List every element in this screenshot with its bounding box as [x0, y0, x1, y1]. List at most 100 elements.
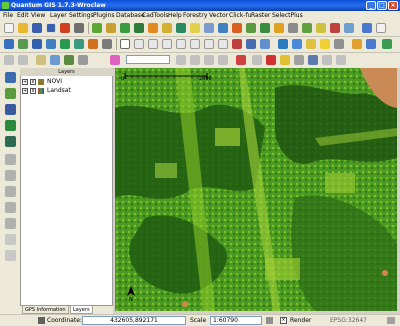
edit-icon[interactable] — [106, 23, 116, 33]
layer-name-novi[interactable]: NOVI — [47, 78, 62, 86]
reshape-icon[interactable] — [316, 23, 326, 33]
simplify-icon[interactable] — [260, 23, 270, 33]
tool-f-icon[interactable] — [5, 234, 16, 245]
menu-raster[interactable]: Raster — [251, 12, 270, 20]
node-tool-icon[interactable] — [162, 23, 172, 33]
menu-layer[interactable]: Layer — [50, 12, 67, 20]
add-spatialite-icon[interactable] — [46, 39, 56, 49]
add-part-icon[interactable] — [288, 23, 298, 33]
tool-a-icon[interactable] — [5, 154, 16, 165]
cad-tool-1-icon[interactable] — [176, 55, 186, 65]
move-feature-icon[interactable] — [148, 23, 158, 33]
map-canvas[interactable]: 0 2000 N — [115, 68, 397, 311]
add-wfs-icon[interactable] — [74, 39, 84, 49]
paste-features-icon[interactable] — [218, 23, 228, 33]
whats-this-icon[interactable] — [376, 23, 386, 33]
add-postgis-icon[interactable] — [32, 39, 42, 49]
menu-forestry[interactable]: Forestry — [183, 12, 207, 20]
print-composer-icon[interactable] — [60, 23, 70, 33]
add-raster-icon[interactable] — [18, 39, 28, 49]
menu-file[interactable]: File — [3, 12, 13, 20]
layer-name-landsat[interactable]: Landsat — [47, 87, 71, 95]
layer-expand-landsat[interactable]: + — [22, 88, 28, 94]
osm-icon[interactable] — [280, 55, 290, 65]
add-vector-icon[interactable] — [4, 39, 14, 49]
tab-layers[interactable]: Layers — [70, 306, 93, 314]
pan-icon[interactable] — [120, 39, 130, 49]
raster-info-icon[interactable] — [336, 55, 346, 65]
tool-e-icon[interactable] — [5, 218, 16, 229]
scale-bar-tool-icon[interactable] — [252, 55, 262, 65]
add-polygon-icon[interactable] — [134, 23, 144, 33]
maximize-button[interactable]: □ — [377, 1, 387, 10]
new-shapefile-icon[interactable] — [88, 39, 98, 49]
layer-add-icon[interactable] — [5, 72, 16, 83]
bookmark-icon[interactable] — [320, 39, 330, 49]
menu-edit[interactable]: Edit — [17, 12, 29, 20]
delete-selected-icon[interactable] — [176, 23, 186, 33]
menu-database[interactable]: Database — [116, 12, 145, 20]
cut-features-icon[interactable] — [190, 23, 200, 33]
measure-area-icon[interactable] — [292, 39, 302, 49]
cad-tool-2-icon[interactable] — [190, 55, 200, 65]
zoom-last-icon[interactable] — [204, 39, 214, 49]
message-icon[interactable] — [387, 317, 395, 324]
menu-selectplus[interactable]: SelectPlus — [272, 12, 303, 20]
tool-g-icon[interactable] — [5, 250, 16, 261]
epsg-label[interactable]: EPSG:32647 — [330, 315, 367, 326]
help-context-icon[interactable] — [362, 23, 372, 33]
zoom-to-selection-icon[interactable] — [176, 39, 186, 49]
save-as-icon[interactable] — [46, 23, 56, 33]
redo-icon[interactable] — [246, 23, 256, 33]
identify-icon[interactable] — [246, 39, 256, 49]
delete-ring-icon[interactable] — [302, 23, 312, 33]
minimize-button[interactable]: _ — [366, 1, 376, 10]
zoom-full-icon[interactable] — [162, 39, 172, 49]
menu-cadtools[interactable]: CadTools — [142, 12, 168, 20]
coordinate-field[interactable]: 432605,892171 — [82, 316, 186, 325]
digitize-icon[interactable] — [92, 23, 102, 33]
form-annotation-icon[interactable] — [366, 39, 376, 49]
north-arrow-tool-icon[interactable] — [236, 55, 246, 65]
layer-wms-icon[interactable] — [5, 120, 16, 131]
refresh-icon[interactable] — [232, 39, 242, 49]
layer-expand-novi[interactable]: + — [22, 79, 28, 85]
zoom-in-icon[interactable] — [134, 39, 144, 49]
close-button[interactable]: × — [388, 1, 398, 10]
zoom-out-icon[interactable] — [148, 39, 158, 49]
kml-export-icon[interactable] — [266, 55, 276, 65]
plugin-icon[interactable] — [382, 39, 392, 49]
plugin-combo[interactable] — [126, 55, 170, 64]
split-icon[interactable] — [330, 23, 340, 33]
layer-visibility-landsat[interactable]: x — [30, 88, 36, 94]
measure-icon[interactable] — [278, 39, 288, 49]
add-feature-icon[interactable] — [120, 23, 130, 33]
remove-layer-icon[interactable] — [102, 39, 112, 49]
georeferencer-icon[interactable] — [50, 55, 60, 65]
text-annotation-icon[interactable] — [352, 39, 362, 49]
cad-tool-4-icon[interactable] — [218, 55, 228, 65]
menu-settings[interactable]: Settings — [69, 12, 94, 20]
new-project-icon[interactable] — [4, 23, 14, 33]
tab-gps-information[interactable]: GPS Information — [22, 306, 69, 314]
scale-field[interactable]: 1:60790 — [210, 316, 262, 325]
decoration-icon[interactable] — [110, 55, 120, 65]
add-wms-icon[interactable] — [60, 39, 70, 49]
capture-coordinate-icon[interactable] — [36, 55, 46, 65]
select-plus-icon[interactable] — [308, 55, 318, 65]
raster-calc-icon[interactable] — [322, 55, 332, 65]
add-ring-icon[interactable] — [274, 23, 284, 33]
menu-view[interactable]: View — [31, 12, 45, 20]
render-checkbox[interactable]: × — [280, 317, 287, 324]
menu-plugins[interactable]: Plugins — [93, 12, 115, 20]
save-project-icon[interactable] — [32, 23, 42, 33]
grass-icon[interactable] — [64, 55, 74, 65]
tool-b-icon[interactable] — [5, 170, 16, 181]
copy-features-icon[interactable] — [204, 23, 214, 33]
open-project-icon[interactable] — [18, 23, 28, 33]
print-icon[interactable] — [74, 23, 84, 33]
layer-visibility-novi[interactable]: x — [30, 79, 36, 85]
undo-map-icon[interactable] — [4, 55, 14, 65]
table-manager-icon[interactable] — [294, 55, 304, 65]
map-tips-icon[interactable] — [306, 39, 316, 49]
